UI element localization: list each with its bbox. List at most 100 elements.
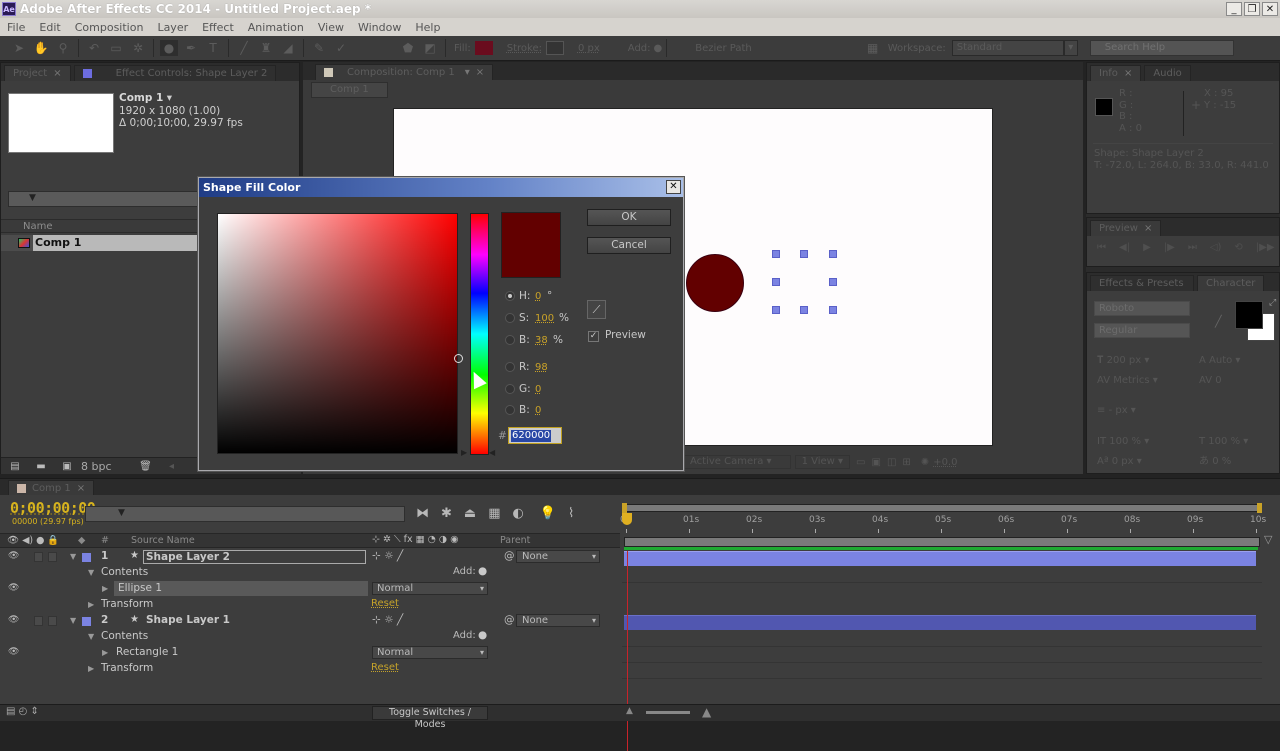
current-time-indicator-head[interactable] — [622, 513, 632, 525]
brush-tool-icon[interactable]: ╱ — [235, 40, 253, 56]
transform-row[interactable]: ▶ Transform Reset — [0, 661, 620, 677]
menu-layer[interactable]: Layer — [150, 21, 195, 34]
comp-mini-flowchart-icon[interactable]: ⧓ — [416, 506, 429, 521]
visibility-eye-icon[interactable]: 👁 — [8, 615, 19, 625]
time-ruler[interactable]: 0s01s02s03s04s05s06s07s08s09s10s — [620, 501, 1266, 551]
tab-effects-presets[interactable]: Effects & Presets — [1090, 275, 1194, 291]
color-field-value[interactable]: 0 — [535, 384, 541, 395]
pen-tool-icon[interactable]: ✒ — [182, 40, 200, 56]
twirl-expanded-icon[interactable]: ▼ — [88, 568, 94, 577]
tab-effect-controls[interactable]: Effect Controls: Shape Layer 2 — [73, 65, 277, 81]
search-dropdown-icon[interactable]: ▼ — [118, 508, 125, 518]
kerning[interactable]: AV Metrics ▾ — [1097, 375, 1158, 387]
color-picker-marker[interactable] — [454, 354, 463, 363]
twirl-collapsed-icon[interactable]: ▶ — [88, 664, 94, 673]
visibility-eye-icon[interactable]: 👁 — [8, 583, 19, 593]
hue-slider-left-arrow[interactable]: ▶ — [461, 448, 467, 457]
footer-icons[interactable]: ▤ ◴ ⇕ — [6, 706, 39, 717]
layer-name-field[interactable]: Shape Layer 2 — [143, 550, 366, 564]
column-source-name[interactable]: Source Name — [131, 535, 195, 546]
shape-group-row[interactable]: 👁 ▶ Ellipse 1 Normal ▾ — [0, 581, 620, 597]
color-field-value[interactable]: 0 — [535, 405, 541, 416]
close-tab-icon[interactable]: × — [77, 483, 85, 494]
font-style-dropdown[interactable]: Regular — [1094, 323, 1190, 338]
menu-file[interactable]: File — [0, 21, 32, 34]
zoom-in-icon[interactable]: ▲ — [702, 705, 711, 719]
scroll-left-icon[interactable]: ◂ — [164, 460, 180, 472]
next-frame-icon[interactable]: |▶ — [1164, 242, 1175, 253]
search-help-input[interactable]: Search Help — [1089, 40, 1234, 56]
twirl-collapsed-icon[interactable]: ▶ — [102, 648, 108, 657]
navigator-end-handle[interactable] — [1257, 503, 1262, 513]
add-menu-icon[interactable]: ● — [478, 629, 487, 641]
tab-project[interactable]: Project × — [4, 65, 71, 81]
menu-effect[interactable]: Effect — [195, 21, 241, 34]
eraser-tool-icon[interactable]: ◢ — [279, 40, 297, 56]
color-field-value[interactable]: 98 — [535, 362, 548, 373]
reset-link[interactable]: Reset — [371, 662, 399, 673]
cancel-button[interactable]: Cancel — [587, 237, 671, 254]
menu-help[interactable]: Help — [408, 21, 447, 34]
frame-blending-icon[interactable]: ▦ — [488, 506, 500, 521]
color-mode-radio[interactable] — [505, 384, 515, 394]
visibility-eye-icon[interactable]: 👁 — [8, 647, 19, 657]
stroke-width[interactable]: ≡ - px ▾ — [1097, 405, 1136, 417]
work-area-bar[interactable] — [624, 537, 1260, 547]
layer-duration-bar[interactable] — [624, 615, 1256, 630]
type-tool-icon[interactable]: T — [204, 40, 222, 56]
shape-group-row[interactable]: 👁 ▶ Rectangle 1 Normal ▾ — [0, 645, 620, 661]
fast-previews-icon[interactable]: ▣ — [872, 457, 881, 468]
baseline-shift[interactable]: Aª 0 px ▾ — [1097, 456, 1142, 468]
horizontal-scale[interactable]: T 100 % ▾ — [1199, 436, 1248, 448]
tab-character[interactable]: Character — [1197, 275, 1265, 291]
color-mode-radio[interactable] — [505, 291, 515, 301]
play-icon[interactable]: ▶ — [1143, 242, 1151, 253]
menu-edit[interactable]: Edit — [32, 21, 67, 34]
selection-tool-icon[interactable]: ➤ — [10, 40, 28, 56]
solo-switch[interactable] — [34, 552, 43, 562]
tracking[interactable]: AV 0 — [1199, 375, 1222, 387]
layer-name[interactable]: Shape Layer 1 — [146, 614, 230, 626]
workspace-icon[interactable]: ▦ — [864, 40, 882, 56]
first-frame-icon[interactable]: ⏮ — [1097, 242, 1106, 253]
current-time-indicator-line[interactable] — [627, 551, 628, 751]
tab-info[interactable]: Info × — [1090, 65, 1142, 81]
menu-view[interactable]: View — [311, 21, 351, 34]
zoom-out-icon[interactable]: ▲ — [626, 706, 633, 716]
lock-switch[interactable] — [48, 552, 57, 562]
tab-timeline-comp[interactable]: Comp 1 × — [8, 480, 95, 495]
clone-stamp-tool-icon[interactable]: ♜ — [257, 40, 275, 56]
restore-button[interactable]: ❐ — [1244, 2, 1260, 16]
blend-mode-dropdown[interactable]: Normal ▾ — [372, 582, 488, 595]
transform-handle[interactable] — [772, 250, 780, 258]
contents-row[interactable]: ▼ Contents Add: ● — [0, 629, 620, 645]
views-dropdown[interactable]: 1 View ▾ — [794, 455, 851, 469]
comp-name[interactable]: Comp 1 — [119, 92, 163, 104]
camera-tool-icon[interactable]: ▭ — [107, 40, 125, 56]
transform-handle[interactable] — [829, 278, 837, 286]
tool-create-shape-icon[interactable]: ⬟ — [399, 40, 417, 56]
transform-handle[interactable] — [772, 278, 780, 286]
zoom-tool-icon[interactable]: ⚲ — [54, 40, 72, 56]
lock-switch[interactable] — [48, 616, 57, 626]
layer-switches[interactable]: ⊹ ☼ ╱ — [372, 614, 403, 626]
font-family-dropdown[interactable]: Roboto — [1094, 301, 1190, 316]
hide-shy-layers-icon[interactable]: ⏏ — [464, 506, 476, 521]
hex-color-input[interactable]: 620000 — [508, 427, 562, 444]
preview-checkbox[interactable]: ✓ — [588, 331, 599, 342]
twirl-collapsed-icon[interactable]: ▶ — [88, 600, 94, 609]
ram-preview-icon[interactable]: |▶▶ — [1256, 242, 1275, 253]
close-tab-icon[interactable]: × — [1144, 223, 1152, 234]
close-tab-icon[interactable]: × — [1124, 68, 1132, 79]
ok-button[interactable]: OK — [587, 209, 671, 226]
workspace-dropdown-arrow[interactable]: ▾ — [1063, 40, 1078, 56]
reset-link[interactable]: Reset — [371, 598, 399, 609]
time-navigator[interactable] — [624, 504, 1260, 512]
parent-dropdown[interactable]: None ▾ — [516, 614, 600, 627]
parent-dropdown[interactable]: None ▾ — [516, 550, 600, 563]
interpret-footage-icon[interactable]: ▤ — [7, 460, 23, 472]
menu-composition[interactable]: Composition — [68, 21, 151, 34]
motion-blur-icon[interactable]: ◐ — [513, 506, 524, 521]
color-mode-radio[interactable] — [505, 313, 515, 323]
twirl-expanded-icon[interactable]: ▼ — [70, 552, 76, 561]
